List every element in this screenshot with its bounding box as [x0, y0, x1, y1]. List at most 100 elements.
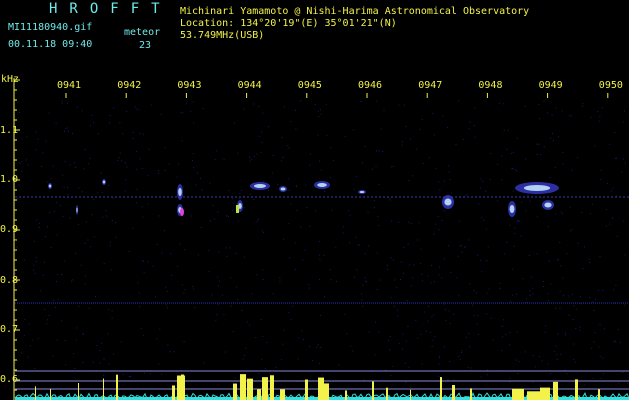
noise-pixel: [362, 305, 364, 307]
noise-pixel: [140, 327, 142, 329]
noise-pixel: [367, 212, 369, 214]
noise-pixel: [190, 215, 192, 217]
noise-pixel: [555, 107, 557, 109]
noise-pixel: [342, 226, 344, 228]
noise-pixel: [44, 309, 46, 311]
noise-pixel: [24, 319, 26, 321]
noise-pixel: [509, 332, 511, 334]
noise-pixel: [486, 313, 488, 315]
noise-pixel: [480, 187, 482, 189]
noise-pixel: [316, 347, 318, 349]
noise-pixel: [296, 210, 298, 212]
noise-pixel: [581, 211, 583, 213]
noise-pixel: [517, 372, 519, 374]
noise-pixel: [217, 276, 219, 278]
meteor-echo-core: [236, 205, 239, 213]
noise-pixel: [589, 261, 591, 263]
noise-pixel: [547, 293, 549, 295]
noise-pixel: [421, 119, 423, 121]
noise-pixel: [549, 177, 551, 179]
noise-pixel: [430, 265, 432, 267]
noise-pixel: [621, 171, 623, 173]
noise-pixel: [556, 353, 558, 355]
noise-pixel: [439, 266, 441, 268]
noise-pixel: [501, 155, 503, 157]
noise-pixel: [520, 235, 522, 237]
noise-pixel: [443, 210, 445, 212]
noise-pixel: [477, 314, 479, 316]
noise-pixel: [606, 182, 608, 184]
noise-pixel: [90, 246, 92, 248]
noise-pixel: [251, 293, 253, 295]
noise-pixel: [358, 244, 360, 246]
noise-pixel: [512, 190, 514, 192]
noise-pixel: [163, 230, 165, 232]
noise-pixel: [115, 236, 117, 238]
noise-pixel: [256, 153, 258, 155]
spectrum-burst: [598, 389, 600, 400]
noise-pixel: [624, 304, 626, 306]
noise-pixel: [170, 253, 172, 255]
noise-pixel: [320, 113, 322, 115]
noise-pixel: [497, 163, 499, 165]
noise-pixel: [312, 360, 314, 362]
noise-pixel: [20, 352, 22, 354]
noise-pixel: [304, 249, 306, 251]
noise-pixel: [605, 225, 607, 227]
noise-pixel: [448, 310, 450, 312]
noise-pixel: [378, 331, 380, 333]
noise-pixel: [136, 168, 138, 170]
noise-pixel: [143, 334, 145, 336]
noise-pixel: [575, 328, 577, 330]
noise-pixel: [57, 298, 59, 300]
noise-pixel: [261, 358, 263, 360]
noise-pixel: [581, 105, 583, 107]
noise-pixel: [489, 178, 491, 180]
noise-pixel: [461, 251, 463, 253]
noise-pixel: [318, 160, 320, 162]
noise-pixel: [557, 259, 559, 261]
noise-pixel: [456, 277, 458, 279]
noise-pixel: [449, 322, 451, 324]
noise-pixel: [554, 307, 556, 309]
noise-pixel: [282, 156, 284, 158]
noise-pixel: [156, 243, 158, 245]
noise-pixel: [470, 367, 472, 369]
noise-pixel: [249, 324, 251, 326]
noise-pixel: [386, 264, 388, 266]
noise-pixel: [453, 313, 455, 315]
noise-pixel: [101, 342, 103, 344]
noise-pixel: [297, 337, 299, 339]
noise-pixel: [486, 292, 488, 294]
spectrum-burst: [181, 374, 184, 400]
noise-pixel: [410, 222, 412, 224]
noise-pixel: [598, 120, 600, 122]
noise-pixel: [376, 288, 378, 290]
noise-pixel: [70, 280, 72, 282]
noise-pixel: [64, 130, 66, 132]
noise-pixel: [368, 245, 370, 247]
noise-pixel: [96, 344, 98, 346]
noise-pixel: [614, 132, 616, 134]
noise-pixel: [320, 347, 322, 349]
noise-pixel: [397, 315, 399, 317]
noise-pixel: [465, 336, 467, 338]
noise-pixel: [218, 285, 220, 287]
spectrum-burst: [247, 378, 253, 400]
noise-pixel: [125, 111, 127, 113]
noise-pixel: [577, 242, 579, 244]
noise-pixel: [69, 164, 71, 166]
noise-pixel: [111, 269, 113, 271]
noise-pixel: [232, 331, 234, 333]
noise-pixel: [346, 333, 348, 335]
noise-pixel: [253, 103, 255, 105]
noise-pixel: [573, 343, 575, 345]
noise-pixel: [555, 345, 557, 347]
noise-pixel: [124, 162, 126, 164]
noise-pixel: [529, 290, 531, 292]
noise-pixel: [99, 362, 101, 364]
noise-pixel: [473, 125, 475, 127]
noise-pixel: [441, 220, 443, 222]
noise-pixel: [239, 193, 241, 195]
noise-pixel: [448, 171, 450, 173]
